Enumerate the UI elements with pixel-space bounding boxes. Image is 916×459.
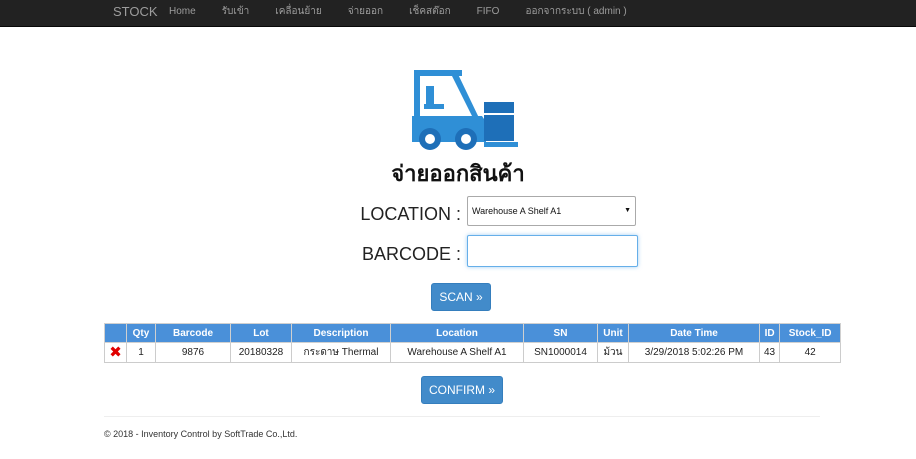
page-title: จ่ายออกสินค้า: [391, 161, 525, 186]
col-header-qty: Qty: [126, 323, 156, 343]
cell-stock-id: 42: [779, 342, 842, 363]
cell-datetime: 3/29/2018 5:02:26 PM: [628, 342, 760, 363]
cell-description: กระดาษ Thermal: [291, 342, 391, 363]
col-header-lot: Lot: [230, 323, 292, 343]
forklift-icon: [412, 70, 518, 150]
navbar-brand[interactable]: STOCK: [113, 0, 158, 24]
nav-fifo[interactable]: FIFO: [464, 0, 513, 24]
barcode-label: BARCODE :: [361, 244, 461, 264]
cell-sn: SN1000014: [523, 342, 598, 363]
barcode-row: BARCODE :: [0, 235, 916, 269]
col-header-barcode: Barcode: [155, 323, 231, 343]
footer-divider: [104, 416, 820, 417]
col-header-sn: SN: [523, 323, 598, 343]
location-select-value: Warehouse A Shelf A1: [472, 206, 562, 216]
col-header-unit: Unit: [597, 323, 629, 343]
cell-lot: 20180328: [230, 342, 292, 363]
nav-receive[interactable]: รับเข้า: [209, 0, 263, 24]
cell-location: Warehouse A Shelf A1: [390, 342, 524, 363]
confirm-button[interactable]: CONFIRM »: [421, 376, 503, 404]
nav-issue[interactable]: จ่ายออก: [335, 0, 396, 24]
nav-home[interactable]: Home: [156, 0, 209, 24]
footer-text: © 2018 - Inventory Control by SoftTrade …: [104, 429, 298, 439]
dropdown-caret-icon: ▼: [624, 207, 631, 214]
cell-action: ✖: [104, 342, 127, 363]
col-header-datetime: Date Time: [628, 323, 760, 343]
table-header-row: Qty Barcode Lot Description Location SN …: [104, 323, 842, 343]
nav-links: Home รับเข้า เคลื่อนย้าย จ่ายออก เช็คสต๊…: [156, 0, 640, 24]
nav-move[interactable]: เคลื่อนย้าย: [262, 0, 334, 24]
col-header-id: ID: [758, 323, 781, 343]
location-select[interactable]: Warehouse A Shelf A1 ▼: [467, 196, 636, 226]
issue-table: Qty Barcode Lot Description Location SN …: [104, 323, 842, 363]
delete-icon[interactable]: ✖: [109, 344, 122, 361]
table-row: ✖ 1 9876 20180328 กระดาษ Thermal Warehou…: [104, 342, 842, 363]
col-header-description: Description: [291, 323, 391, 343]
col-header-action: [104, 323, 127, 343]
cell-qty: 1: [126, 342, 156, 363]
location-row: LOCATION : Warehouse A Shelf A1 ▼: [0, 196, 916, 228]
scan-button[interactable]: SCAN »: [431, 283, 491, 311]
cell-id: 43: [758, 342, 781, 363]
barcode-input[interactable]: [467, 235, 638, 267]
cell-barcode: 9876: [155, 342, 231, 363]
cell-unit: ม้วน: [597, 342, 629, 363]
nav-logout[interactable]: ออกจากระบบ ( admin ): [512, 0, 639, 24]
col-header-location: Location: [390, 323, 524, 343]
location-label: LOCATION :: [360, 204, 461, 224]
nav-check-stock[interactable]: เช็คสต๊อก: [396, 0, 464, 24]
col-header-stock-id: Stock_ID: [779, 323, 842, 343]
top-navbar: STOCK Home รับเข้า เคลื่อนย้าย จ่ายออก เ…: [0, 0, 916, 27]
